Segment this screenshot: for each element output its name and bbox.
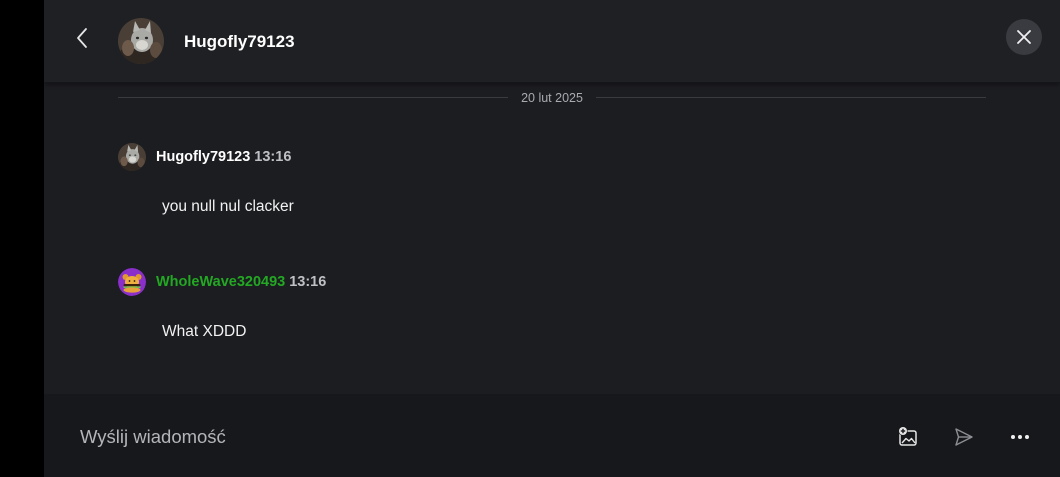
message-composer — [44, 394, 1060, 477]
image-add-icon — [898, 426, 917, 446]
chat-header: Hugofly79123 — [44, 0, 1060, 83]
avatar[interactable] — [118, 143, 146, 171]
message-author[interactable]: Hugofly79123 — [156, 149, 250, 165]
bear-avatar-image — [118, 268, 146, 296]
more-options-button[interactable] — [1006, 423, 1034, 451]
avatar[interactable] — [118, 18, 164, 64]
chat-panel: Hugofly79123 20 lut 2025 Hugofly79123 13… — [44, 0, 1060, 477]
cat-avatar-image — [118, 143, 146, 171]
message-text: you null nul clacker — [162, 198, 294, 215]
message-header: WholeWave320493 13:16 — [156, 274, 326, 291]
back-button[interactable] — [68, 23, 96, 53]
message-text: What XDDD — [162, 323, 247, 340]
message-header: Hugofly79123 13:16 — [156, 149, 291, 166]
close-icon — [1017, 30, 1031, 44]
more-horizontal-icon — [1011, 435, 1029, 439]
message-time: 13:16 — [254, 149, 292, 165]
left-strip — [0, 0, 44, 477]
message-author[interactable]: WholeWave320493 — [156, 274, 285, 290]
cat-avatar-image — [118, 18, 164, 64]
date-divider: 20 lut 2025 — [118, 89, 986, 107]
attach-image-button[interactable] — [894, 423, 922, 451]
send-button[interactable] — [950, 423, 978, 451]
close-button[interactable] — [1006, 19, 1042, 55]
conversation-title: Hugofly79123 — [184, 32, 295, 51]
message-time: 13:16 — [289, 274, 327, 290]
chevron-left-icon — [77, 28, 87, 48]
avatar[interactable] — [118, 268, 146, 296]
message-item: WholeWave320493 13:16 What XDDD — [118, 268, 998, 348]
date-label: 20 lut 2025 — [521, 91, 583, 105]
message-item: Hugofly79123 13:16 you null nul clacker — [118, 143, 998, 223]
send-icon — [955, 428, 973, 446]
message-input[interactable] — [80, 425, 860, 449]
